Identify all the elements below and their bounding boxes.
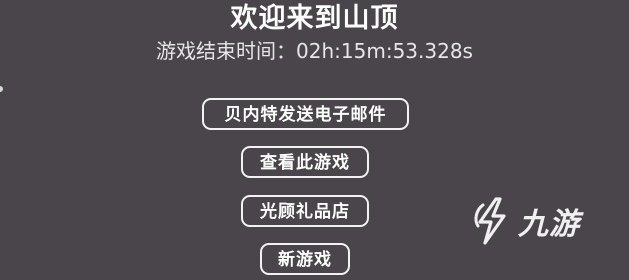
new-game-button[interactable]: 新游戏 bbox=[260, 243, 350, 275]
jiuyou-logo-icon bbox=[474, 197, 506, 245]
send-email-button[interactable]: 贝内特发送电子邮件 bbox=[202, 98, 409, 130]
edge-marker bbox=[0, 86, 3, 92]
game-end-time-value: 02h:15m:53.328s bbox=[296, 39, 473, 63]
game-end-time: 游戏结束时间：02h:15m:53.328s bbox=[0, 38, 629, 64]
game-end-time-label: 游戏结束时间： bbox=[156, 39, 297, 63]
view-game-button[interactable]: 查看此游戏 bbox=[241, 146, 369, 178]
watermark-text: 九游 bbox=[518, 207, 580, 242]
page-title: 欢迎来到山顶 bbox=[230, 3, 399, 34]
gift-shop-button[interactable]: 光顾礼品店 bbox=[241, 195, 369, 227]
watermark: 九游 bbox=[470, 196, 580, 246]
